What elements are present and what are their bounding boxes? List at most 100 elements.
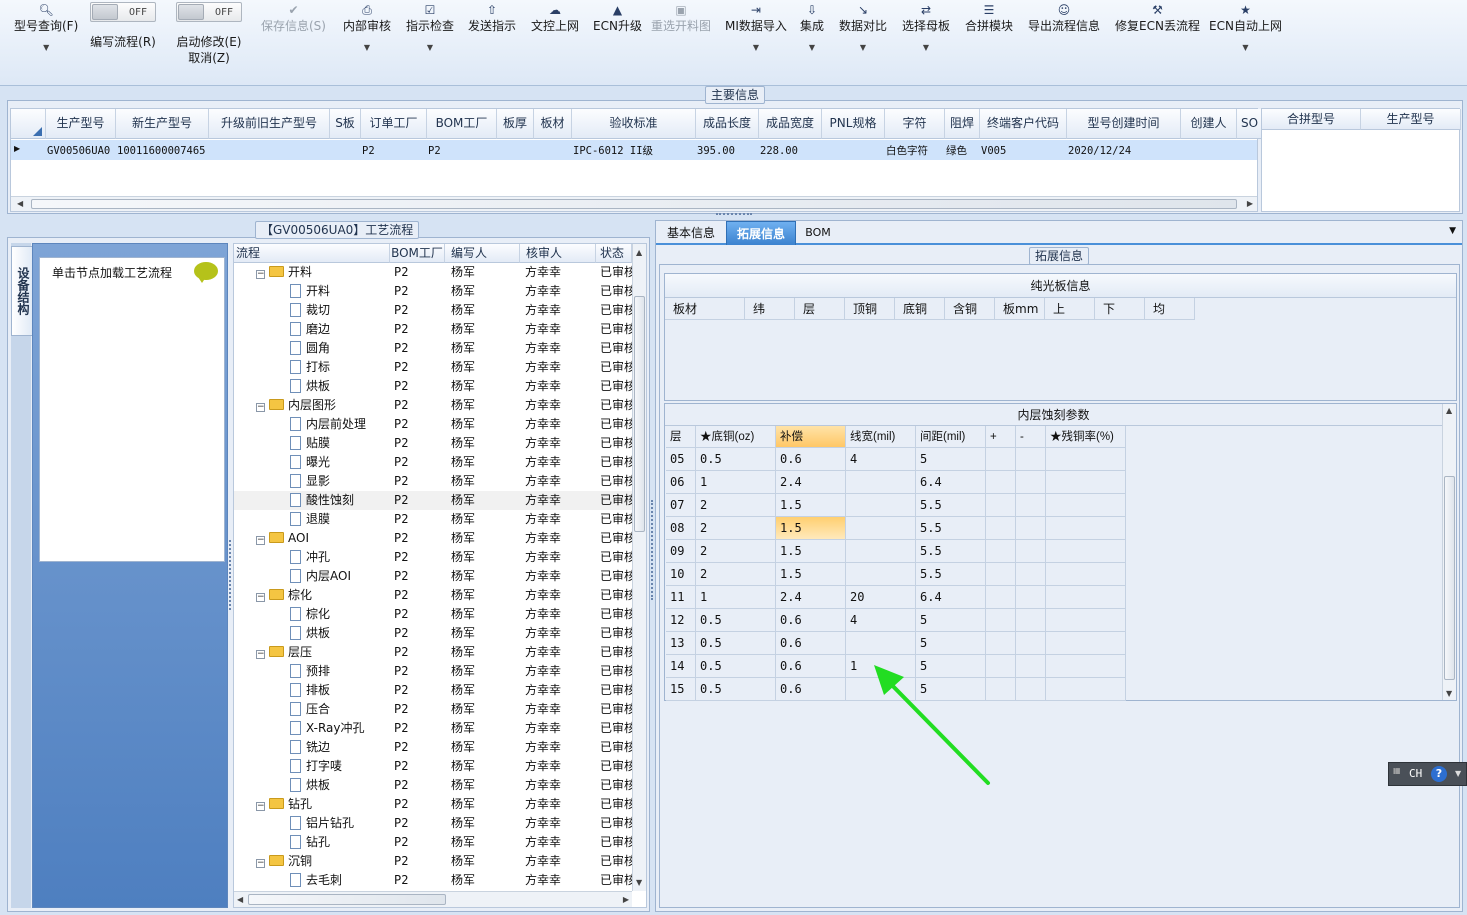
tree-step-row[interactable]: 显影 P2 杨军方幸幸已审核 <box>234 472 632 491</box>
reviewer-cell[interactable]: 方幸幸 <box>525 263 595 282</box>
etch-cell[interactable] <box>1046 494 1126 517</box>
internal-review-button[interactable]: ⎙ 内部审核 ▼ <box>343 2 391 56</box>
reviewer-cell[interactable]: 方幸幸 <box>525 396 595 415</box>
plain-col-8[interactable]: 下 <box>1095 298 1145 320</box>
col-order-factory[interactable]: 订单工厂 <box>361 109 427 139</box>
status-cell[interactable]: 已审核 <box>600 510 632 529</box>
etch-cell[interactable] <box>986 540 1016 563</box>
writer-cell[interactable]: 杨军 <box>451 719 521 738</box>
tree-node[interactable]: 曝光 <box>234 453 390 472</box>
etch-cell[interactable] <box>986 563 1016 586</box>
status-cell[interactable]: 已审核 <box>600 263 632 282</box>
writer-cell[interactable]: 杨军 <box>451 282 521 301</box>
tree-step-row[interactable]: 铣边 P2 杨军方幸幸已审核 <box>234 738 632 757</box>
etch-cell[interactable]: 1.5 <box>776 517 846 540</box>
reviewer-cell[interactable]: 方幸幸 <box>525 833 595 852</box>
bom-factory-cell[interactable]: P2 <box>394 795 444 814</box>
plain-col-0[interactable]: 板材 <box>665 298 745 320</box>
ime-indicator[interactable]: ▦ CH ? ▼ <box>1388 762 1467 786</box>
cell-order-factory[interactable]: P2 <box>362 142 427 160</box>
etch-cell[interactable] <box>1016 655 1046 678</box>
bom-factory-cell[interactable]: P2 <box>394 320 444 339</box>
bom-factory-cell[interactable]: P2 <box>394 833 444 852</box>
bom-factory-cell[interactable]: P2 <box>394 624 444 643</box>
chevron-down-icon[interactable]: ▼ <box>800 40 824 56</box>
bom-factory-cell[interactable]: P2 <box>394 415 444 434</box>
tree-group-row[interactable]: − 层压 P2 杨军方幸幸已审核 <box>234 643 632 662</box>
writer-cell[interactable]: 杨军 <box>451 795 521 814</box>
tree-node[interactable]: 冲孔 <box>234 548 390 567</box>
cell-customer-code[interactable]: V005 <box>981 142 1067 160</box>
bom-factory-cell[interactable]: P2 <box>394 396 444 415</box>
collapse-toggle-icon[interactable]: − <box>256 802 265 811</box>
reviewer-cell[interactable]: 方幸幸 <box>525 282 595 301</box>
tree-step-row[interactable]: 圆角 P2 杨军方幸幸已审核 <box>234 339 632 358</box>
etch-cell[interactable] <box>986 494 1016 517</box>
etch-cell[interactable] <box>1016 586 1046 609</box>
etch-col-7[interactable]: ★残铜率(%) <box>1046 426 1126 448</box>
etch-cell[interactable]: 12 <box>666 609 696 632</box>
etch-cell[interactable] <box>1046 678 1126 701</box>
chevron-down-icon[interactable]: ▼ <box>406 40 454 56</box>
etch-cell[interactable] <box>1016 540 1046 563</box>
status-cell[interactable]: 已审核 <box>600 320 632 339</box>
etch-col-0[interactable]: 层 <box>666 426 696 448</box>
tree-step-row[interactable]: 开料 P2 杨军方幸幸已审核 <box>234 282 632 301</box>
writer-cell[interactable]: 杨军 <box>451 871 521 890</box>
reviewer-cell[interactable]: 方幸幸 <box>525 472 595 491</box>
writer-cell[interactable]: 杨军 <box>451 263 521 282</box>
bom-factory-cell[interactable]: P2 <box>394 738 444 757</box>
etch-cell[interactable] <box>846 517 916 540</box>
cell-created-time[interactable]: 2020/12/24 <box>1068 142 1181 160</box>
reviewer-cell[interactable]: 方幸幸 <box>525 852 595 871</box>
etch-cell[interactable] <box>1016 632 1046 655</box>
cell-bom-factory[interactable]: P2 <box>428 142 497 160</box>
etch-cell[interactable] <box>986 632 1016 655</box>
etch-cell[interactable]: 6.4 <box>916 471 986 494</box>
tree-step-row[interactable]: 打字唛 P2 杨军方幸幸已审核 <box>234 757 632 776</box>
status-cell[interactable]: 已审核 <box>600 700 632 719</box>
main-grid-hscroll[interactable]: ◀ ▶ <box>11 196 1257 211</box>
doc-upload-button[interactable]: ☁ 文控上网 <box>531 2 579 34</box>
etch-cell[interactable] <box>986 586 1016 609</box>
etch-cell[interactable] <box>986 448 1016 471</box>
chevron-down-icon[interactable]: ▼ <box>839 40 887 56</box>
tree-node[interactable]: − AOI <box>234 529 390 548</box>
cell-model[interactable]: GV00506UA0 <box>47 142 116 160</box>
etch-cell[interactable]: 1.5 <box>776 540 846 563</box>
reviewer-cell[interactable]: 方幸幸 <box>525 795 595 814</box>
bom-factory-cell[interactable]: P2 <box>394 548 444 567</box>
col-s-board[interactable]: S板 <box>330 109 361 139</box>
tree-step-row[interactable]: 烘板 P2 杨军方幸幸已审核 <box>234 377 632 396</box>
bom-factory-cell[interactable]: P2 <box>394 358 444 377</box>
edit-flow-toggle[interactable]: OFF <box>90 2 156 22</box>
etch-cell[interactable]: 6.4 <box>916 586 986 609</box>
reviewer-cell[interactable]: 方幸幸 <box>525 719 595 738</box>
plain-col-2[interactable]: 层 <box>795 298 845 320</box>
collapse-toggle-icon[interactable]: − <box>256 536 265 545</box>
tree-step-row[interactable]: 棕化 P2 杨军方幸幸已审核 <box>234 605 632 624</box>
bom-factory-cell[interactable]: P2 <box>394 700 444 719</box>
etch-cell[interactable] <box>846 540 916 563</box>
bom-factory-cell[interactable]: P2 <box>394 643 444 662</box>
tree-node[interactable]: 贴膜 <box>234 434 390 453</box>
tree-node[interactable]: 预排 <box>234 662 390 681</box>
plain-col-3[interactable]: 顶铜 <box>845 298 895 320</box>
reviewer-cell[interactable]: 方幸幸 <box>525 605 595 624</box>
writer-cell[interactable]: 杨军 <box>451 776 521 795</box>
tree-node[interactable]: 酸性蚀刻 <box>234 491 390 510</box>
etch-cell[interactable]: 2 <box>696 540 776 563</box>
plain-col-4[interactable]: 底铜 <box>895 298 945 320</box>
status-cell[interactable]: 已审核 <box>600 738 632 757</box>
export-flow-button[interactable]: ☺ 导出流程信息 <box>1028 2 1100 34</box>
writer-cell[interactable]: 杨军 <box>451 472 521 491</box>
reviewer-cell[interactable]: 方幸幸 <box>525 377 595 396</box>
etch-cell[interactable] <box>1016 609 1046 632</box>
plain-col-6[interactable]: 板mm <box>995 298 1045 320</box>
etch-cell[interactable] <box>1046 517 1126 540</box>
etch-cell[interactable]: 5 <box>916 448 986 471</box>
col-new-model[interactable]: 新生产型号 <box>116 109 209 139</box>
etch-cell[interactable] <box>986 517 1016 540</box>
status-cell[interactable]: 已审核 <box>600 662 632 681</box>
col-old-model[interactable]: 升级前旧生产型号 <box>209 109 330 139</box>
